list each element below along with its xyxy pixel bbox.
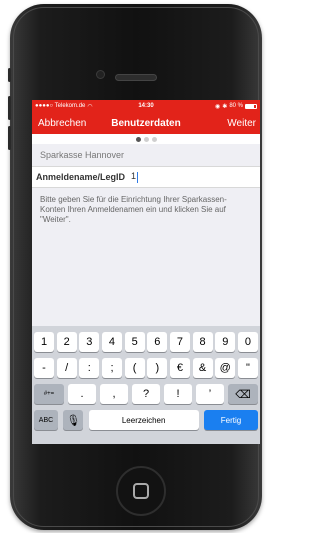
abc-key[interactable]: ABC	[34, 410, 58, 430]
key-2[interactable]: 2	[56, 332, 77, 352]
key-quote[interactable]: "	[237, 358, 258, 378]
key-exclamation[interactable]: !	[164, 384, 192, 404]
key-hyphen[interactable]: -	[34, 358, 54, 378]
next-button[interactable]: Weiter	[227, 118, 260, 129]
key-7[interactable]: 7	[169, 332, 190, 352]
key-9[interactable]: 9	[215, 332, 236, 352]
key-question[interactable]: ?	[132, 384, 160, 404]
key-period[interactable]: .	[68, 384, 96, 404]
battery-icon	[245, 103, 257, 109]
cancel-button[interactable]: Abbrechen	[32, 118, 86, 129]
login-label: Anmeldename/LegID	[36, 172, 126, 182]
volume-up-button	[8, 96, 11, 120]
status-time: 14:30	[138, 103, 154, 109]
keyboard-row-1: 1 2 3 4 5 6 7 8 9 0	[34, 332, 258, 352]
key-3[interactable]: 3	[79, 332, 100, 352]
key-semicolon[interactable]: ;	[101, 358, 122, 378]
home-square-icon	[133, 483, 149, 499]
done-key[interactable]: Fertig	[203, 410, 258, 430]
key-ampersand[interactable]: &	[192, 358, 213, 378]
numeric-keyboard: 1 2 3 4 5 6 7 8 9 0 - / : ; ( ) € & @ " …	[32, 326, 260, 444]
key-5[interactable]: 5	[124, 332, 145, 352]
key-comma[interactable]: ,	[100, 384, 128, 404]
key-4[interactable]: 4	[101, 332, 122, 352]
key-paren-close[interactable]: )	[147, 358, 168, 378]
login-input[interactable]: 1	[131, 171, 139, 183]
bank-name: Sparkasse Hannover	[40, 150, 125, 160]
volume-down-button	[8, 126, 11, 150]
page-dot-1	[135, 136, 141, 142]
page-dot-2	[143, 136, 149, 142]
text-cursor	[137, 171, 139, 183]
space-key[interactable]: Leerzeichen	[88, 410, 199, 430]
key-slash[interactable]: /	[56, 358, 77, 378]
keyboard-row-2: - / : ; ( ) € & @ "	[34, 358, 258, 378]
keyboard-row-3: #+= . , ? ! ’ ⌫	[34, 384, 258, 404]
key-1[interactable]: 1	[34, 332, 54, 352]
key-at[interactable]: @	[215, 358, 236, 378]
mute-switch	[8, 68, 11, 82]
key-apostrophe[interactable]: ’	[196, 384, 224, 404]
key-6[interactable]: 6	[147, 332, 168, 352]
earpiece-speaker	[115, 74, 157, 81]
app-screen: ●●●●○ Telekom.de ◠ 14:30 ◉ ✱ 80 % Abbrec…	[32, 100, 260, 444]
keyboard-row-4: ABC 🎙 Leerzeichen Fertig	[34, 410, 258, 430]
page-dot-3	[151, 136, 157, 142]
key-paren-open[interactable]: (	[124, 358, 145, 378]
navigation-bar: Abbrechen Benutzerdaten Weiter	[32, 112, 260, 134]
key-0[interactable]: 0	[237, 332, 258, 352]
login-value: 1	[131, 171, 137, 182]
instruction-text: Bitte geben Sie für die Einrichtung Ihre…	[40, 195, 227, 224]
front-camera-icon	[96, 70, 105, 79]
delete-key-icon[interactable]: ⌫	[228, 384, 258, 404]
key-8[interactable]: 8	[192, 332, 213, 352]
home-button[interactable]	[116, 466, 166, 516]
status-bar: ●●●●○ Telekom.de ◠ 14:30 ◉ ✱ 80 %	[32, 100, 260, 112]
symbols-toggle-key[interactable]: #+=	[34, 384, 64, 404]
key-colon[interactable]: :	[79, 358, 100, 378]
microphone-icon[interactable]: 🎙	[63, 410, 84, 430]
page-indicator	[32, 134, 260, 144]
login-field[interactable]: Anmeldename/LegID 1	[32, 166, 260, 188]
key-euro[interactable]: €	[169, 358, 190, 378]
